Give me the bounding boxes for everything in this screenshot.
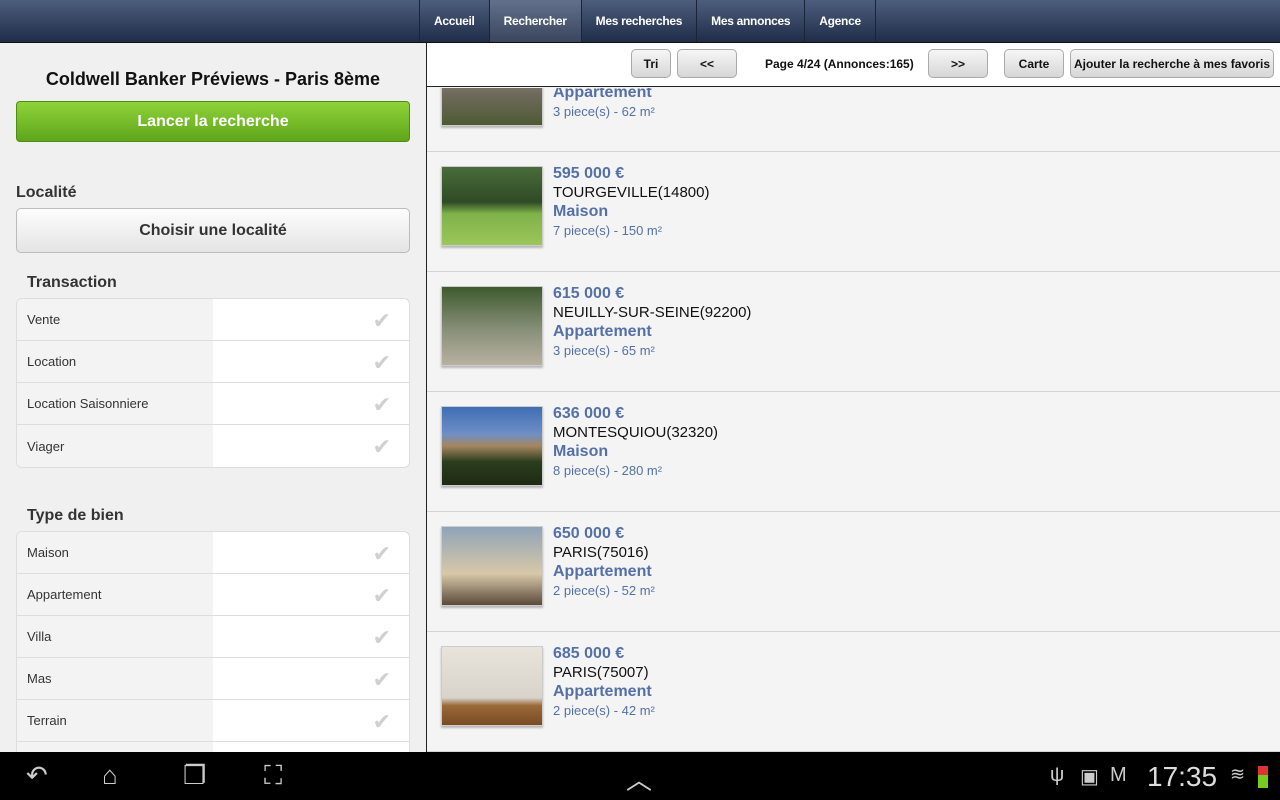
page-info: Page 4/24 (Annonces:165) xyxy=(765,57,914,71)
listing-rooms: 2 piece(s) - 52 m² xyxy=(553,583,655,598)
check-icon: ✔ xyxy=(372,709,391,734)
listing-item[interactable]: 636 000 € MONTESQUIOU(32320) Maison 8 piece… xyxy=(427,392,1280,512)
option-label: Location Saisonniere xyxy=(17,383,213,424)
property-type-heading: Type de bien xyxy=(27,507,124,524)
listing-city: PARIS(75007) xyxy=(553,664,649,681)
listing-photo xyxy=(441,526,543,606)
option-viager[interactable]: Viager ✔ xyxy=(17,425,409,467)
option-label: Mas xyxy=(17,658,213,699)
recent-apps-icon[interactable]: ❐ xyxy=(183,760,206,791)
option-mas[interactable]: Mas ✔ xyxy=(17,658,409,700)
listing-city: MONTESQUIOU(32320) xyxy=(553,424,719,441)
map-button[interactable]: Carte xyxy=(1004,49,1064,78)
check-icon: ✔ xyxy=(372,625,391,650)
results-toolbar: Tri << Page 4/24 (Annonces:165) >> Carte… xyxy=(427,43,1280,87)
clock: 17:35 xyxy=(1147,761,1218,792)
battery-icon xyxy=(1258,766,1268,788)
check-icon: ✔ xyxy=(372,667,391,692)
agency-title: Coldwell Banker Préviews - Paris 8ème xyxy=(45,69,381,89)
listing-type: Appartement xyxy=(553,683,652,700)
add-favorite-search-button[interactable]: Ajouter la recherche à mes favoris xyxy=(1070,49,1274,78)
option-label: Appartement xyxy=(17,574,213,615)
option-label: Vente xyxy=(17,299,213,340)
listing-photo xyxy=(441,88,543,126)
check-icon: ✔ xyxy=(372,583,391,608)
option-maison[interactable]: Maison ✔ xyxy=(17,532,409,574)
choose-locality-button[interactable]: Choisir une localité xyxy=(16,208,410,253)
listing-city: PARIS(75016) xyxy=(553,544,649,561)
listing-price: 685 000 € xyxy=(553,645,625,662)
listing-price: 595 000 € xyxy=(553,165,625,182)
top-nav-bar: Accueil Rechercher Mes recherches Mes an… xyxy=(0,0,1280,43)
transaction-heading: Transaction xyxy=(27,274,117,291)
check-icon: ✔ xyxy=(372,350,391,375)
option-label xyxy=(17,742,213,752)
option-label: Location xyxy=(17,341,213,382)
listing-rooms: 8 piece(s) - 280 m² xyxy=(553,463,663,478)
prev-page-button[interactable]: << xyxy=(677,49,737,78)
listing-rooms: 2 piece(s) - 42 m² xyxy=(553,703,655,718)
launch-search-button[interactable]: Lancer la recherche xyxy=(16,101,410,142)
listing-item[interactable]: 685 000 € PARIS(75007) Appartement 2 piece(… xyxy=(427,632,1280,752)
option-location-saisonniere[interactable]: Location Saisonniere ✔ xyxy=(17,383,409,425)
tab-accueil[interactable]: Accueil xyxy=(420,0,490,42)
listing-photo xyxy=(441,406,543,486)
listing-price: 650 000 € xyxy=(553,525,625,542)
listing-item[interactable]: 615 000 € NEUILLY-SUR-SEINE(92200) Apparte… xyxy=(427,272,1280,392)
listing-price: 615 000 € xyxy=(553,285,625,302)
listing-rooms: 7 piece(s) - 150 m² xyxy=(553,223,663,238)
option-more[interactable] xyxy=(17,742,409,752)
screenshot-icon[interactable]: ⛶ xyxy=(264,760,282,792)
option-label: Maison xyxy=(17,532,213,573)
wifi-icon: ≋ xyxy=(1230,764,1246,784)
listing-type: Appartement xyxy=(553,88,652,101)
listing-city: TOURGEVILLE(14800) xyxy=(553,184,710,201)
listing-photo xyxy=(441,646,543,726)
tab-agence[interactable]: Agence xyxy=(805,0,876,42)
home-icon[interactable]: ⌂ xyxy=(102,760,118,791)
transaction-options: Vente ✔ Location ✔ Location Saisonniere ✔ V… xyxy=(16,298,410,468)
check-icon: ✔ xyxy=(372,541,391,566)
option-label: Terrain xyxy=(17,700,213,741)
check-icon: ✔ xyxy=(372,308,391,333)
chevron-up-icon[interactable]: ︿ xyxy=(626,760,652,797)
option-villa[interactable]: Villa ✔ xyxy=(17,616,409,658)
tab-mes-annonces[interactable]: Mes annonces xyxy=(697,0,806,42)
check-icon: ✔ xyxy=(372,392,391,417)
option-label: Viager xyxy=(17,425,213,467)
back-icon[interactable]: ↶ xyxy=(26,760,48,791)
system-nav-bar: ↶ ⌂ ❐ ⛶ ︿ ψ ▣ M 17:35 ≋ xyxy=(0,752,1280,800)
tab-mes-recherches[interactable]: Mes recherches xyxy=(582,0,698,42)
property-type-options: Maison ✔ Appartement ✔ Villa ✔ Mas ✔ Terrain… xyxy=(16,531,410,752)
listing-type: Appartement xyxy=(553,323,652,340)
search-sidebar: Coldwell Banker Préviews - Paris 8ème La… xyxy=(0,43,426,752)
next-page-button[interactable]: >> xyxy=(928,49,988,78)
image-icon: ▣ xyxy=(1080,766,1099,788)
listing-list[interactable]: Appartement 3 piece(s) - 62 m² 595 000 € T… xyxy=(427,88,1280,752)
listing-rooms: 3 piece(s) - 65 m² xyxy=(553,343,655,358)
usb-icon: ψ xyxy=(1050,764,1065,786)
locality-heading: Localité xyxy=(16,184,77,201)
listing-item[interactable]: 595 000 € TOURGEVILLE(14800) Maison 7 piece… xyxy=(427,152,1280,272)
listing-rooms: 3 piece(s) - 62 m² xyxy=(553,104,655,119)
gmail-icon: M xyxy=(1110,764,1127,786)
listing-type: Maison xyxy=(553,203,609,220)
sort-button[interactable]: Tri xyxy=(631,49,671,78)
check-icon: ✔ xyxy=(372,434,391,459)
listing-city: NEUILLY-SUR-SEINE(92200) xyxy=(553,304,752,321)
listing-item[interactable]: 650 000 € PARIS(75016) Appartement 2 piece(… xyxy=(427,512,1280,632)
listing-photo xyxy=(441,286,543,366)
option-terrain[interactable]: Terrain ✔ xyxy=(17,700,409,742)
tab-rechercher[interactable]: Rechercher xyxy=(489,0,582,42)
option-appartement[interactable]: Appartement ✔ xyxy=(17,574,409,616)
listing-price: 636 000 € xyxy=(553,405,625,422)
listing-type: Appartement xyxy=(553,563,652,580)
listing-photo xyxy=(441,166,543,246)
option-label: Villa xyxy=(17,616,213,657)
listing-type: Maison xyxy=(553,443,609,460)
listing-item[interactable]: Appartement 3 piece(s) - 62 m² xyxy=(427,88,1280,152)
option-vente[interactable]: Vente ✔ xyxy=(17,299,409,341)
option-location[interactable]: Location ✔ xyxy=(17,341,409,383)
